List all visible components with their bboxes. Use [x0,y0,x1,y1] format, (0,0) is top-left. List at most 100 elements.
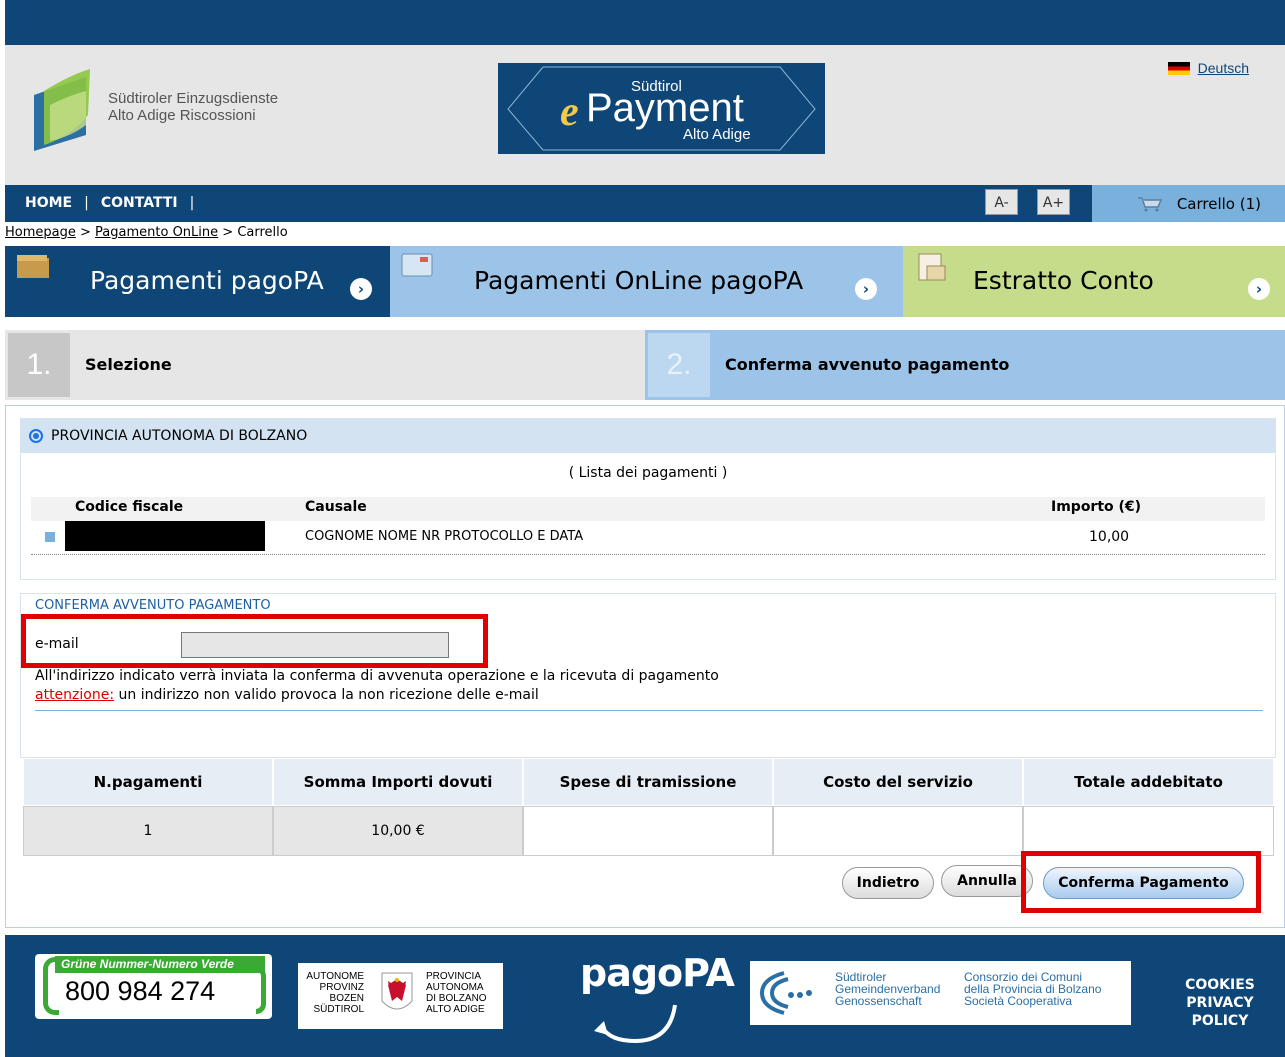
breadcrumb: Homepage > Pagamento OnLine > Carrello [5,225,288,240]
entity-name: PROVINCIA AUTONOMA DI BOLZANO [51,428,308,444]
epayment-logo[interactable]: Südtirol e Payment Alto Adige [498,63,825,154]
payments-table-header: Codice fiscale Causale Importo (€) [31,497,1265,521]
german-flag-icon [1167,61,1190,75]
table-row: COGNOME NOME NR PROTOCOLLO E DATA 10,00 [31,521,1265,555]
prov-left-line: AUTONOME [306,971,364,982]
summary-value-row: 1 10,00 € [23,806,1274,856]
col-causale: Causale [305,499,367,515]
brand-main: Payment [586,86,744,130]
tile-pagamenti-online-pagopa[interactable]: Pagamenti OnLine pagoPA › [390,246,903,317]
cart-container: PROVINCIA AUTONOMA DI BOLZANO ( Lista de… [5,405,1285,928]
footer-links: COOKIES PRIVACY POLICY [1160,976,1280,1030]
font-increase-button[interactable]: A+ [1037,189,1070,215]
green-number: 800 984 274 [65,976,216,1006]
email-info: All'indirizzo indicato verrà inviata la … [35,668,719,684]
cart-icon [1137,196,1162,211]
summary-header-row: N.pagamenti Somma Importi dovuti Spese d… [23,758,1274,806]
service-tiles: Pagamenti pagoPA › Pagamenti OnLine pago… [5,246,1285,317]
consorzio-logo[interactable]: Südtiroler Gemeindenverband Genossenscha… [750,961,1131,1025]
list-title: ( Lista dei pagamenti ) [568,465,728,481]
pagopa-text: pagoPA [580,951,735,995]
summary-service-cost [773,806,1023,856]
summary-header: Spese di tramissione [523,758,773,806]
tile-estratto-conto[interactable]: Estratto Conto › [903,246,1285,317]
brand-e: e [560,89,579,135]
back-button[interactable]: Indietro [842,867,934,899]
summary-header: Costo del servizio [773,758,1023,806]
nav-home[interactable]: HOME [25,195,72,211]
nav-separator: | [84,195,89,211]
step-label: Conferma avvenuto pagamento [725,355,1010,374]
redacted-fiscal-code [65,521,265,551]
consorzio-line: Genossenschaft [835,994,922,1008]
tile-arrow-icon: › [350,278,372,300]
confirm-title: CONFERMA AVVENUTO PAGAMENTO [35,598,271,613]
cookies-link[interactable]: COOKIES [1160,976,1280,994]
divider [35,710,1263,711]
logo-line1: Südtiroler Einzugsdienste [108,90,279,107]
prov-right-line: ALTO ADIGE [426,1004,485,1015]
nav-contatti[interactable]: CONTATTI [101,195,178,211]
breadcrumb-home[interactable]: Homepage [5,225,76,240]
step-conferma: 2. Conferma avvenuto pagamento [645,330,1285,400]
breadcrumb-section[interactable]: Pagamento OnLine [95,225,218,240]
warning-text: un indirizzo non valido provoca la non r… [114,687,539,703]
email-warning: attenzione: un indirizzo non valido prov… [35,687,539,703]
consorzio-left: Südtiroler Gemeindenverband Genossenscha… [835,971,940,1007]
cancel-button[interactable]: Annulla [941,865,1033,897]
top-bar [5,0,1285,45]
checkout-steps: 1. Selezione 2. Conferma avvenuto pagame… [5,330,1285,400]
summary-table: N.pagamenti Somma Importi dovuti Spese d… [23,758,1274,856]
pagopa-arrow-icon [594,1004,677,1044]
nav-separator: | [189,195,195,211]
highlight-email-box [21,614,488,668]
pagopa-logo[interactable]: pagoPA [580,951,735,1051]
provincia-logo[interactable]: AUTONOME PROVINZ BOZEN SÜDTIROL PROVINCI… [298,963,503,1029]
privacy-policy-link[interactable]: PRIVACY POLICY [1160,994,1280,1030]
prov-left: AUTONOME PROVINZ BOZEN SÜDTIROL [304,971,364,1015]
prov-right-line: AUTONOMA [426,982,484,993]
einzugsdienste-logo-icon[interactable] [30,65,100,155]
row-causale: COGNOME NOME NR PROTOCOLLO E DATA [305,529,584,544]
prov-left-line: PROVINZ [319,982,364,993]
summary-transmission-fee [523,806,773,856]
summary-total-due: 10,00 € [273,806,523,856]
row-amount: 10,00 [1089,529,1130,545]
tile-pagamenti-pagopa[interactable]: Pagamenti pagoPA › [5,246,390,317]
language-link[interactable]: Deutsch [1167,60,1249,76]
payments-table: Codice fiscale Causale Importo (€) COGNO… [31,497,1265,555]
green-number-badge[interactable]: Grüne Nummer-Numero Verde 800 984 274 [35,954,272,1019]
prov-right: PROVINCIA AUTONOMA DI BOLZANO ALTO ADIGE [426,971,487,1015]
site-header: Südtiroler Einzugsdienste Alto Adige Ris… [5,45,1285,185]
font-decrease-button[interactable]: A- [985,189,1018,215]
breadcrumb-sep: > [80,225,91,240]
prov-left-line: SÜDTIROL [313,1004,364,1015]
step-number: 1. [8,333,70,397]
row-marker-icon [45,532,55,542]
payments-panel: PROVINCIA AUTONOMA DI BOLZANO ( Lista de… [20,418,1276,580]
logo-line2: Alto Adige Riscossioni [108,107,256,124]
entity-header[interactable]: PROVINCIA AUTONOMA DI BOLZANO [21,419,1275,453]
cart-label: Carrello (1) [1176,194,1261,213]
step-number: 2. [648,333,710,397]
cart-button[interactable]: Carrello (1) [1092,185,1285,222]
highlight-confirm-button [1021,851,1261,913]
confirm-panel: CONFERMA AVVENUTO PAGAMENTO e-mail All'i… [20,593,1276,758]
site-footer: Grüne Nummer-Numero Verde 800 984 274 AU… [5,935,1285,1057]
breadcrumb-current: Carrello [237,225,288,240]
warning-label: attenzione: [35,687,115,703]
col-amount: Importo (€) [1051,499,1142,515]
breadcrumb-sep: > [222,225,234,240]
credit-card-icon [401,253,433,277]
summary-header: N.pagamenti [23,758,273,806]
brand-bottom: Alto Adige [683,126,751,143]
tile-label: Pagamenti pagoPA [90,266,324,295]
prov-right-line: PROVINCIA [426,971,482,982]
statement-icon [918,253,946,281]
tile-label: Estratto Conto [973,266,1154,295]
nav-bar: HOME | CONTATTI | A- A+ Carrello (1) [5,185,1285,222]
prov-right-line: DI BOLZANO [426,993,487,1004]
entity-radio[interactable] [29,429,43,443]
consorzio-right: Consorzio dei Comuni della Provincia di … [964,971,1101,1007]
prov-left-line: BOZEN [329,993,364,1004]
